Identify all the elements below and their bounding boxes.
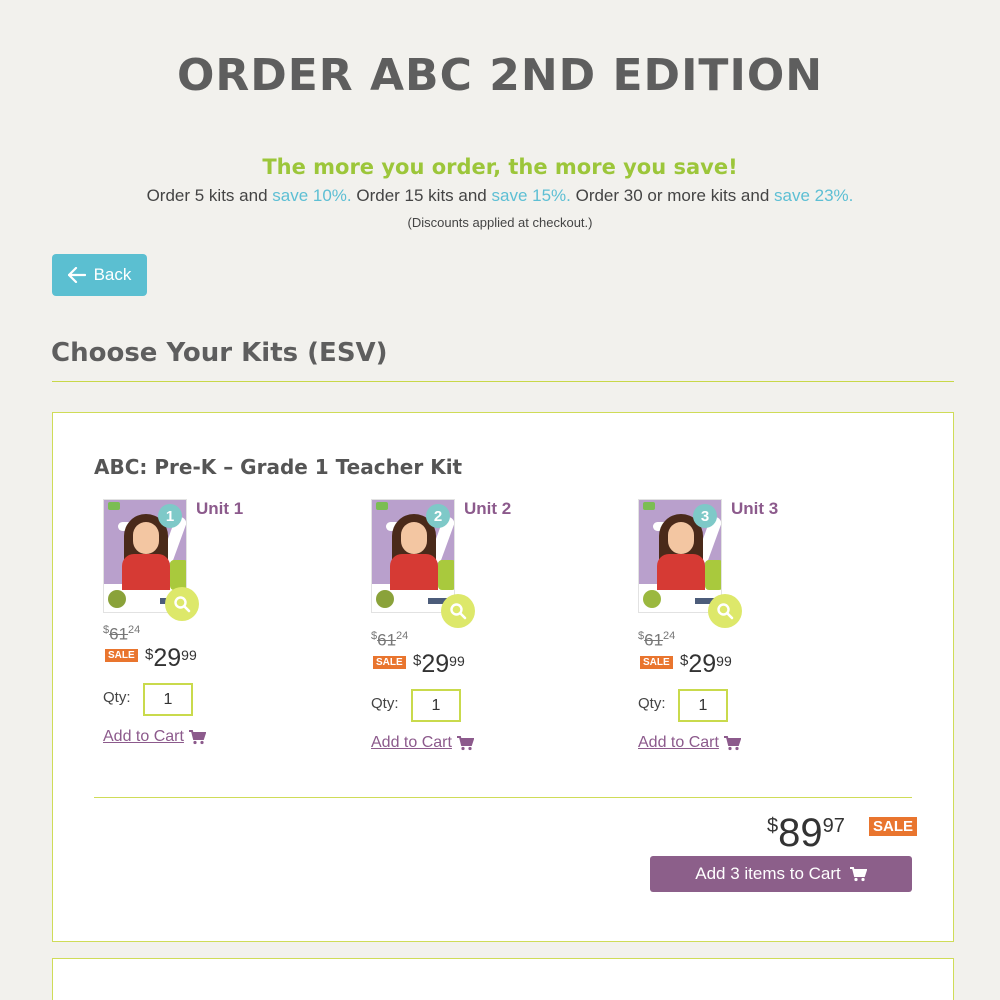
unit-1-cover-badge: 1 [158, 504, 182, 528]
back-button-label: Back [93, 265, 132, 284]
promo-headline: The more you order, the more you save! [262, 155, 738, 179]
cart-icon [849, 867, 867, 882]
kit-total-sale-badge: SALE [869, 817, 918, 836]
arrow-left-icon [67, 267, 86, 283]
unit-3-old-price: $6124 [638, 630, 676, 650]
unit-3-price: $2999 [680, 650, 732, 678]
unit-3-add-to-cart-link[interactable]: Add to Cart [638, 734, 741, 752]
promo-discount-line: Order 5 kits and save 10%. Order 15 kits… [0, 186, 1000, 206]
unit-3-qty-input[interactable] [678, 689, 728, 722]
add-all-to-cart-label: Add 3 items to Cart [695, 864, 841, 883]
unit-1-add-to-cart-label: Add to Cart [103, 728, 184, 745]
magnifier-icon[interactable] [441, 594, 475, 628]
promo-save-10: save 10%. [272, 186, 352, 205]
kit-total-price: $8997 [767, 811, 845, 855]
unit-item-2: 2 Unit 2 $6124 SALE $2999 Qty: Add to Ca… [363, 499, 613, 759]
unit-3-cover-image[interactable]: 3 [638, 499, 722, 613]
magnifier-icon[interactable] [708, 594, 742, 628]
unit-2-qty-label: Qty: [371, 695, 399, 712]
unit-1-qty-label: Qty: [103, 689, 131, 706]
unit-1-qty-input[interactable] [143, 683, 193, 716]
unit-2-add-to-cart-label: Add to Cart [371, 734, 452, 751]
promo-text-2: Order 15 kits and [351, 186, 492, 205]
unit-2-name: Unit 2 [464, 499, 512, 518]
next-kit-card [52, 958, 954, 1000]
unit-2-cover-image[interactable]: 2 [371, 499, 455, 613]
unit-1-add-to-cart-link[interactable]: Add to Cart [103, 728, 206, 746]
unit-2-old-price: $6124 [371, 630, 409, 650]
promo-text-1: Order 5 kits and [146, 186, 273, 205]
cart-icon [188, 730, 206, 745]
promo-save-23: save 23%. [774, 186, 854, 205]
unit-item-3: 3 Unit 3 $6124 SALE $2999 Qty: Add to Ca… [630, 499, 880, 759]
unit-3-name: Unit 3 [731, 499, 779, 518]
unit-3-sale-badge: SALE [640, 656, 673, 669]
page-title: ORDER ABC 2ND EDITION [176, 50, 824, 101]
promo-note: (Discounts applied at checkout.) [407, 215, 593, 230]
kit-title: ABC: Pre-K – Grade 1 Teacher Kit [94, 455, 463, 479]
unit-item-1: 1 Unit 1 $6124 SALE $2999 Qty: Add to Ca… [95, 499, 345, 759]
unit-1-name: Unit 1 [196, 499, 244, 518]
section-title: Choose Your Kits (ESV) [51, 338, 388, 368]
unit-1-sale-badge: SALE [105, 649, 138, 662]
unit-2-add-to-cart-link[interactable]: Add to Cart [371, 734, 474, 752]
unit-3-add-to-cart-label: Add to Cart [638, 734, 719, 751]
unit-3-qty-label: Qty: [638, 695, 666, 712]
back-button[interactable]: Back [52, 254, 147, 296]
unit-2-price: $2999 [413, 650, 465, 678]
kit-card-divider [94, 797, 912, 798]
unit-1-price: $2999 [145, 644, 197, 672]
unit-1-old-price: $6124 [103, 624, 141, 644]
cart-icon [723, 736, 741, 751]
unit-2-sale-badge: SALE [373, 656, 406, 669]
unit-2-cover-badge: 2 [426, 504, 450, 528]
magnifier-icon[interactable] [165, 587, 199, 621]
promo-save-15: save 15%. [491, 186, 571, 205]
kit-card: ABC: Pre-K – Grade 1 Teacher Kit 1 Unit … [52, 412, 954, 942]
unit-2-qty-input[interactable] [411, 689, 461, 722]
add-all-to-cart-button[interactable]: Add 3 items to Cart [650, 856, 912, 892]
cart-icon [456, 736, 474, 751]
unit-3-cover-badge: 3 [693, 504, 717, 528]
promo-text-3: Order 30 or more kits and [570, 186, 775, 205]
section-divider [52, 381, 954, 382]
